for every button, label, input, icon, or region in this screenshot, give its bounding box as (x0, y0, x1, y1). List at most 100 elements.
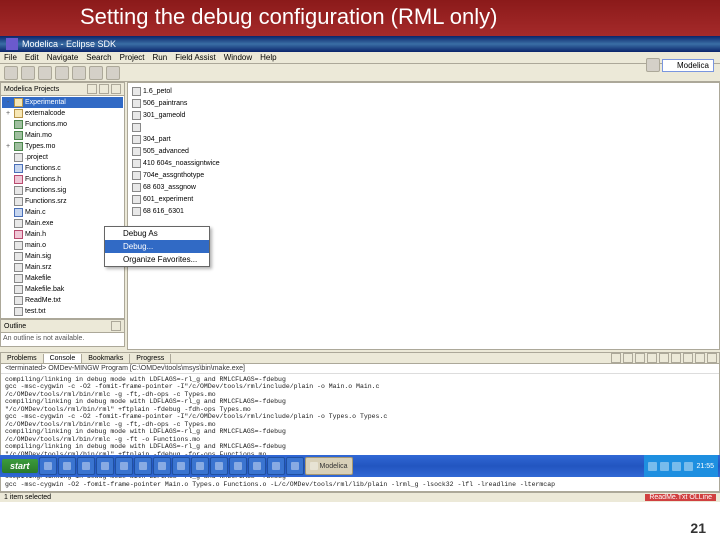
list-item[interactable]: 505_advanced (130, 145, 717, 157)
taskbar-item[interactable] (248, 457, 266, 475)
menu-help[interactable]: Help (260, 53, 276, 62)
menubar[interactable]: File Edit Navigate Search Project Run Field As… (0, 52, 720, 64)
minimize-panel-icon[interactable] (695, 353, 705, 363)
tree-item[interactable]: ReadMe.txt (2, 295, 123, 306)
scroll-lock-icon[interactable] (647, 353, 657, 363)
tab-bookmarks[interactable]: Bookmarks (82, 354, 130, 363)
outline-tab[interactable]: Outline (1, 320, 124, 333)
tree-item[interactable]: Functions.srz (2, 196, 123, 207)
start-button[interactable]: start (2, 459, 38, 473)
tree-item[interactable]: Main.mo (2, 130, 123, 141)
debug-icon[interactable] (55, 66, 69, 80)
projects-view[interactable]: Modelica Projects -Experimental+external… (0, 82, 125, 319)
list-item[interactable] (130, 121, 717, 133)
run-icon[interactable] (72, 66, 86, 80)
taskbar-item[interactable]: Modelica (305, 457, 353, 475)
tree-item[interactable]: +externalcode (2, 108, 123, 119)
view-menu-icon[interactable] (111, 84, 121, 94)
taskbar-item[interactable] (191, 457, 209, 475)
main-toolbar[interactable] (0, 64, 720, 82)
taskbar-item[interactable] (286, 457, 304, 475)
taskbar-item[interactable] (229, 457, 247, 475)
menu-item[interactable]: Debug As (105, 227, 209, 240)
tree-item[interactable]: .project (2, 152, 123, 163)
perspective-switcher[interactable]: Modelica (646, 58, 714, 72)
tree-item[interactable]: Functions.c (2, 163, 123, 174)
taskbar-item[interactable] (153, 457, 171, 475)
tree-item[interactable]: -Experimental (2, 97, 123, 108)
terminate-icon[interactable] (611, 353, 621, 363)
open-console-icon[interactable] (683, 353, 693, 363)
menu-project[interactable]: Project (120, 53, 145, 62)
taskbar-item[interactable] (39, 457, 57, 475)
list-item[interactable]: 704e_assgnthotype (130, 169, 717, 181)
menu-item[interactable]: Debug... (105, 240, 209, 253)
file-list[interactable]: 1.6_petol506_paintrans301_gameold 304_par… (128, 83, 719, 219)
tab-progress[interactable]: Progress (130, 354, 171, 363)
taskbar-item[interactable] (115, 457, 133, 475)
collapse-all-icon[interactable] (99, 84, 109, 94)
tray-icon[interactable] (672, 462, 681, 471)
tray-icon[interactable] (660, 462, 669, 471)
outline-view[interactable]: Outline An outline is not available. (0, 319, 125, 347)
menu-item[interactable]: Organize Favorites... (105, 253, 209, 266)
list-item[interactable]: 601_experiment (130, 193, 717, 205)
tree-item[interactable]: Functions.mo (2, 119, 123, 130)
tab-console[interactable]: Console (44, 354, 83, 363)
display-selected-icon[interactable] (671, 353, 681, 363)
tree-item[interactable]: Main.c (2, 207, 123, 218)
projects-tab[interactable]: Modelica Projects (1, 83, 124, 96)
list-item[interactable]: 68 603_assgnow (130, 181, 717, 193)
debug-context-menu[interactable]: Debug AsDebug...Organize Favorites... (104, 226, 210, 267)
list-item[interactable]: 506_paintrans (130, 97, 717, 109)
tree-item[interactable]: Makefile.bak (2, 284, 123, 295)
menu-file[interactable]: File (4, 53, 17, 62)
bottom-tabs[interactable]: ProblemsConsoleBookmarksProgress (1, 353, 719, 364)
menu-window[interactable]: Window (224, 53, 252, 62)
clear-console-icon[interactable] (635, 353, 645, 363)
taskbar-item[interactable] (267, 457, 285, 475)
search-icon[interactable] (106, 66, 120, 80)
tray-icon[interactable] (648, 462, 657, 471)
taskbar-item[interactable] (96, 457, 114, 475)
windows-taskbar[interactable]: start Modelica 21:55 (0, 455, 720, 477)
project-tree[interactable]: -Experimental+externalcode Functions.mo … (1, 96, 124, 318)
readme-indicator[interactable]: ReadMe.Txt OLLine (645, 494, 716, 501)
clock[interactable]: 21:55 (696, 463, 714, 470)
tree-item[interactable]: Makefile (2, 273, 123, 284)
list-item[interactable]: 1.6_petol (130, 85, 717, 97)
taskbar-item[interactable] (134, 457, 152, 475)
menu-edit[interactable]: Edit (25, 53, 39, 62)
save-icon[interactable] (21, 66, 35, 80)
system-tray[interactable]: 21:55 (644, 455, 718, 477)
remove-launch-icon[interactable] (623, 353, 633, 363)
maximize-panel-icon[interactable] (707, 353, 717, 363)
menu-field assist[interactable]: Field Assist (175, 53, 215, 62)
list-item[interactable]: 68 616_6301 (130, 205, 717, 217)
editor-area[interactable]: 1.6_petol506_paintrans301_gameold 304_par… (127, 82, 720, 350)
list-item[interactable]: 301_gameold (130, 109, 717, 121)
minimize-icon[interactable] (111, 321, 121, 331)
link-editor-icon[interactable] (87, 84, 97, 94)
tree-item[interactable]: Functions.sig (2, 185, 123, 196)
tree-item[interactable]: Functions.h (2, 174, 123, 185)
menu-navigate[interactable]: Navigate (47, 53, 79, 62)
new-icon[interactable] (4, 66, 18, 80)
taskbar-item[interactable] (210, 457, 228, 475)
menu-run[interactable]: Run (153, 53, 168, 62)
taskbar-item[interactable] (58, 457, 76, 475)
list-item[interactable]: 410 604s_noassigntwice (130, 157, 717, 169)
ext-tools-icon[interactable] (89, 66, 103, 80)
tray-icon[interactable] (684, 462, 693, 471)
tree-item[interactable]: test.txt (2, 306, 123, 317)
tab-problems[interactable]: Problems (1, 354, 44, 363)
menu-search[interactable]: Search (86, 53, 111, 62)
print-icon[interactable] (38, 66, 52, 80)
tree-item[interactable]: +Types.mo (2, 141, 123, 152)
list-item[interactable]: 304_part (130, 133, 717, 145)
pin-console-icon[interactable] (659, 353, 669, 363)
perspective-modelica[interactable]: Modelica (662, 59, 714, 72)
open-perspective-icon[interactable] (646, 58, 660, 72)
taskbar-item[interactable] (172, 457, 190, 475)
taskbar-item[interactable] (77, 457, 95, 475)
